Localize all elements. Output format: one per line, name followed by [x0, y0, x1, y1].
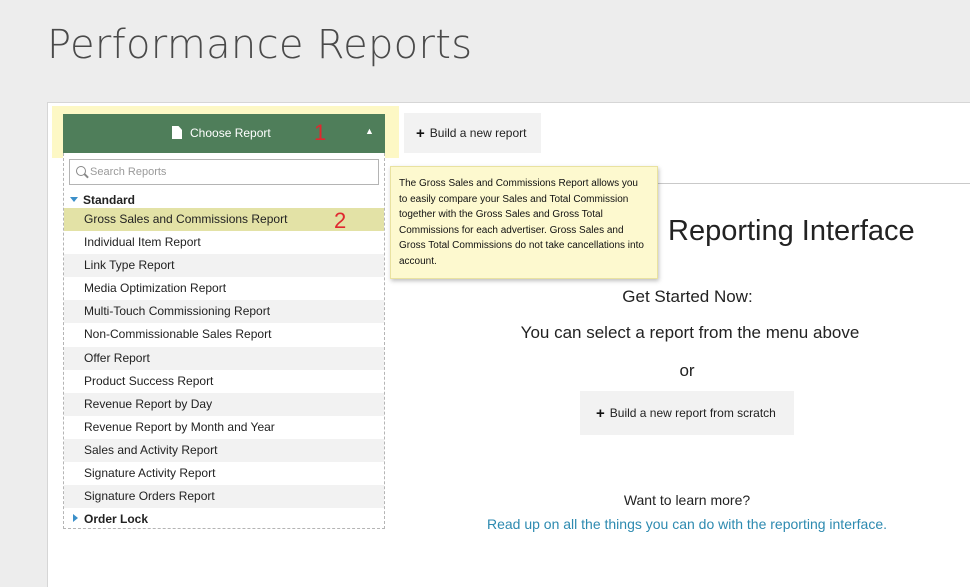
- caret-up-icon: ▲: [365, 126, 374, 136]
- main-heading: Reporting Interface: [668, 215, 915, 247]
- report-item[interactable]: Non-Commissionable Sales Report: [64, 323, 384, 346]
- page-title: Performance Reports: [47, 22, 473, 68]
- build-report-from-scratch-button[interactable]: + Build a new report from scratch: [580, 391, 794, 435]
- caret-right-icon: [73, 514, 78, 522]
- choose-report-label: Choose Report: [190, 126, 271, 140]
- select-report-text: You can select a report from the menu ab…: [520, 323, 860, 342]
- group-order-lock-label: Order Lock: [84, 512, 149, 526]
- report-item[interactable]: Offer Report: [64, 346, 384, 370]
- report-item[interactable]: Product Success Report: [64, 370, 384, 393]
- report-item[interactable]: Revenue Report by Month and Year: [64, 416, 384, 439]
- plus-icon: +: [596, 404, 605, 422]
- report-item[interactable]: Signature Activity Report: [64, 462, 384, 485]
- build-new-report-label: Build a new report: [429, 126, 527, 140]
- annotation-step-2: 2: [334, 208, 347, 233]
- report-item[interactable]: Revenue Report by Day: [64, 392, 384, 416]
- report-item[interactable]: Signature Orders Report: [64, 485, 384, 509]
- group-order-lock[interactable]: Order Lock: [70, 512, 148, 526]
- build-new-report-button[interactable]: + Build a new report: [404, 113, 541, 153]
- group-standard[interactable]: Standard: [70, 193, 135, 207]
- report-item[interactable]: Media Optimization Report: [64, 277, 384, 300]
- report-item[interactable]: Multi-Touch Commissioning Report: [64, 300, 384, 324]
- document-icon: [172, 126, 182, 139]
- report-description-tooltip: The Gross Sales and Commissions Report a…: [390, 166, 658, 279]
- get-started-text: Get Started Now:: [622, 287, 753, 306]
- report-item[interactable]: Link Type Report: [64, 254, 384, 278]
- report-list: Gross Sales and Commissions Report Indiv…: [64, 208, 384, 509]
- learn-more-link[interactable]: Read up on all the things you can do wit…: [480, 516, 894, 532]
- choose-report-button[interactable]: Choose Report ▲: [63, 114, 385, 153]
- caret-down-icon: [70, 197, 78, 202]
- search-input[interactable]: [90, 164, 370, 180]
- report-item[interactable]: Individual Item Report: [64, 231, 384, 254]
- build-scratch-label: Build a new report from scratch: [609, 406, 776, 420]
- or-text: or: [679, 361, 695, 380]
- annotation-step-1: 1: [314, 120, 327, 145]
- plus-icon: +: [416, 124, 425, 142]
- learn-more-text: Want to learn more?: [623, 492, 751, 508]
- search-icon: [76, 166, 86, 176]
- group-standard-label: Standard: [83, 193, 136, 207]
- report-item[interactable]: Sales and Activity Report: [64, 438, 384, 463]
